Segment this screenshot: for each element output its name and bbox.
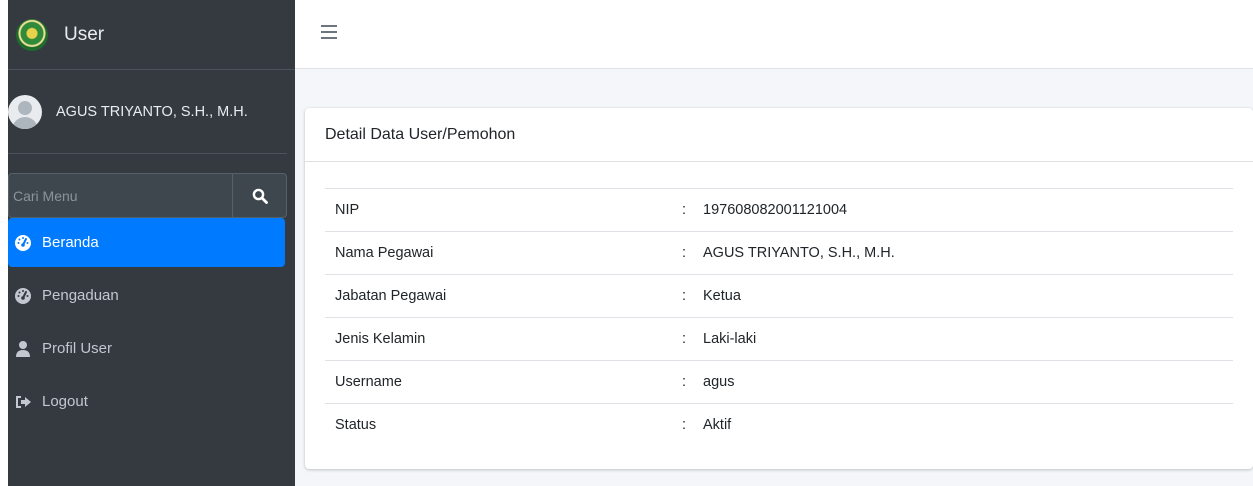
sidebar-item-beranda[interactable]: Beranda (8, 218, 285, 267)
sidebar-item-label: Pengaduan (42, 287, 119, 304)
tachometer-icon (14, 287, 32, 305)
field-label: NIP (325, 188, 675, 232)
user-icon (14, 340, 32, 358)
field-separator: : (675, 317, 693, 361)
user-panel[interactable]: AGUS TRIYANTO, S.H., M.H. (8, 70, 287, 154)
search-button[interactable] (232, 173, 287, 218)
field-value: agus (693, 360, 1233, 404)
sign-out-icon (14, 393, 32, 411)
sidebar-item-label: Beranda (42, 234, 99, 251)
table-row: Nama Pegawai: AGUS TRIYANTO, S.H., M.H. (325, 231, 1233, 275)
field-value: AGUS TRIYANTO, S.H., M.H. (693, 231, 1233, 275)
field-value: Laki-laki (693, 317, 1233, 361)
field-label: Status (325, 403, 675, 446)
field-separator: : (675, 274, 693, 318)
field-label: Username (325, 360, 675, 404)
detail-table: NIP:197608082001121004 Nama Pegawai: AGUS … (325, 188, 1233, 446)
table-row: NIP:197608082001121004 (325, 188, 1233, 232)
card-title: Detail Data User/Pemohon (305, 108, 1253, 162)
field-separator: : (675, 231, 693, 275)
field-value: Ketua (693, 274, 1233, 318)
court-emblem-icon (16, 18, 48, 51)
brand-link[interactable]: User (8, 0, 295, 70)
user-avatar-icon (8, 94, 42, 129)
sidebar-item-pengaduan[interactable]: Pengaduan (8, 271, 285, 320)
brand-title: User (64, 23, 105, 45)
sidebar-nav: Beranda Pengaduan Profil User Logout (8, 218, 295, 426)
table-row: Jabatan Pegawai: Ketua (325, 274, 1233, 318)
user-name: AGUS TRIYANTO, S.H., M.H. (56, 103, 248, 120)
search-icon (252, 188, 268, 204)
field-separator: : (675, 188, 693, 232)
field-label: Nama Pegawai (325, 231, 675, 275)
table-row: Username: agus (325, 360, 1233, 404)
sidebar: User AGUS TRIYANTO, S.H., M.H. Beran (8, 0, 295, 486)
field-label: Jenis Kelamin (325, 317, 675, 361)
sidebar-search (8, 173, 287, 218)
sidebar-item-label: Logout (42, 393, 88, 410)
hamburger-icon[interactable] (321, 25, 337, 39)
field-label: Jabatan Pegawai (325, 274, 675, 318)
detail-card: Detail Data User/Pemohon NIP:19760808200… (305, 108, 1253, 469)
sidebar-item-logout[interactable]: Logout (8, 377, 285, 426)
table-row: Status: Aktif (325, 403, 1233, 446)
field-separator: : (675, 360, 693, 404)
window-edge (0, 0, 8, 486)
sidebar-item-profil-user[interactable]: Profil User (8, 324, 285, 373)
table-row: Jenis Kelamin: Laki-laki (325, 317, 1233, 361)
tachometer-icon (14, 234, 32, 252)
top-navbar (295, 0, 1253, 69)
field-separator: : (675, 403, 693, 446)
content-wrapper: Detail Data User/Pemohon NIP:19760808200… (295, 69, 1253, 486)
sidebar-item-label: Profil User (42, 340, 113, 357)
search-input[interactable] (8, 173, 232, 218)
field-value: Aktif (693, 403, 1233, 446)
field-value: 197608082001121004 (693, 188, 1233, 232)
